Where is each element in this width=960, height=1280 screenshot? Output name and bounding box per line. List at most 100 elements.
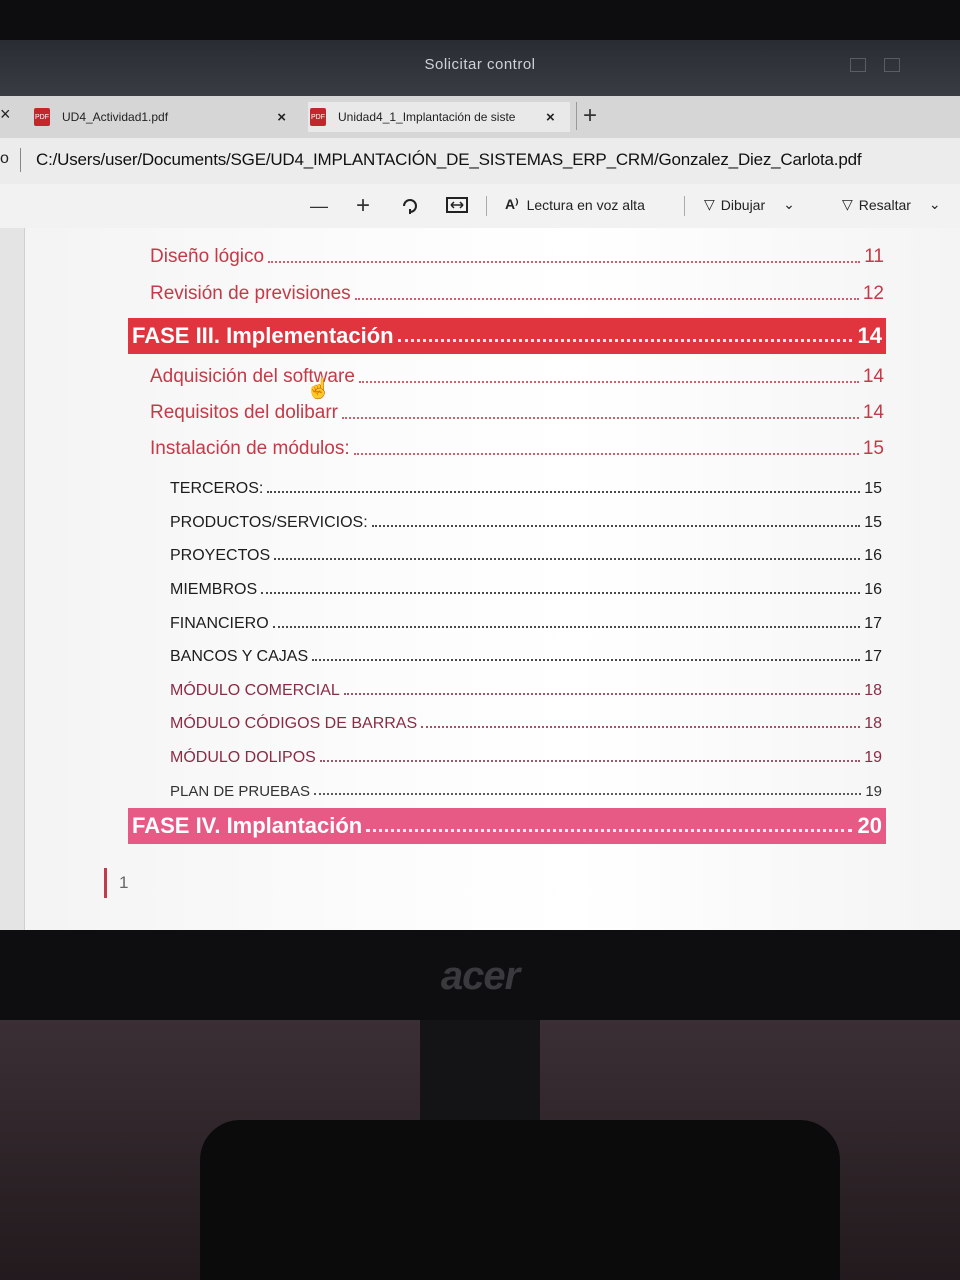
read-aloud-label: Lectura en voz alta <box>526 196 645 213</box>
address-input[interactable]: C:/Users/user/Documents/SGE/UD4_IMPLANTA… <box>36 150 862 170</box>
toc-leader <box>268 261 861 263</box>
tab-label: UD4_Actividad1.pdf <box>62 110 169 124</box>
close-icon[interactable]: × <box>0 104 11 125</box>
page-gutter <box>0 228 25 930</box>
toc-leader <box>261 592 861 594</box>
toc-title: MÓDULO CÓDIGOS DE BARRAS <box>170 715 418 732</box>
pen-icon: ▽ <box>704 196 715 212</box>
toc-title: PLAN DE PRUEBAS <box>170 783 311 800</box>
toc-entry[interactable]: Diseño lógico 11 <box>150 244 884 268</box>
toc-entry[interactable]: PRODUCTOS/SERVICIOS: 15 <box>170 508 882 532</box>
pdf-toolbar: — + A⁾ Lectura en voz alta ▽ Dibujar ⌄ ▽… <box>0 184 960 229</box>
tab-unidad4[interactable]: PDF Unidad4_1_Implantación de siste × <box>308 102 570 132</box>
toc-fase-iii[interactable]: FASE III. Implementación 14 <box>128 318 886 354</box>
toolbar-separator <box>486 196 487 216</box>
pdf-icon: PDF <box>310 108 326 126</box>
draw-button[interactable]: ▽ Dibujar ⌄ <box>704 196 795 213</box>
zoom-out-button[interactable]: — <box>310 196 328 217</box>
toc-entry[interactable]: BANCOS Y CAJAS 17 <box>170 642 882 666</box>
tab-ud4-actividad1[interactable]: PDF UD4_Actividad1.pdf × <box>34 102 304 132</box>
toc-entry[interactable]: Requisitos del dolibarr 14 <box>150 400 884 424</box>
monitor-bezel-top <box>0 0 960 40</box>
address-separator <box>20 148 21 172</box>
toc-leader <box>343 693 861 695</box>
toc-page: 15 <box>862 438 884 459</box>
toc-page: 17 <box>864 648 882 665</box>
tab-label: Unidad4_1_Implantación de siste <box>338 110 516 124</box>
monitor-bezel-bottom: acer <box>0 930 960 1020</box>
page-number-text: 1 <box>119 873 129 892</box>
toc-entry[interactable]: FINANCIERO 17 <box>170 609 882 633</box>
pdf-icon: PDF <box>34 108 50 126</box>
toc-leader <box>397 338 852 342</box>
draw-label: Dibujar <box>720 196 766 213</box>
toc-leader <box>312 659 861 661</box>
toc-page: 12 <box>862 283 884 304</box>
minimize-icon[interactable] <box>850 58 866 72</box>
toc-entry[interactable]: MIEMBROS 16 <box>170 575 882 599</box>
toc-page: 20 <box>857 813 882 838</box>
highlight-label: Resaltar <box>858 196 911 213</box>
rotate-icon[interactable] <box>400 196 420 216</box>
chevron-down-icon[interactable]: ⌄ <box>929 196 941 213</box>
toc-title: MÓDULO COMERCIAL <box>170 682 340 699</box>
toc-page: 14 <box>862 402 884 423</box>
toc-title: PROYECTOS <box>170 547 271 564</box>
toc-page: 17 <box>864 615 882 632</box>
toc-fase-iv[interactable]: FASE IV. Implantación 20 <box>128 808 886 844</box>
toc-entry[interactable]: TERCEROS: 15 <box>170 474 882 498</box>
page-number-bar <box>104 868 107 898</box>
toc-entry[interactable]: Instalación de módulos: 15 <box>150 436 884 460</box>
read-aloud-button[interactable]: A⁾ Lectura en voz alta <box>505 196 645 213</box>
toc-leader <box>314 793 862 795</box>
page-number: 1 <box>104 868 128 898</box>
hand-cursor-icon: ☝ <box>306 378 331 400</box>
toc-entry[interactable]: MÓDULO COMERCIAL 18 <box>170 676 882 700</box>
toc-entry[interactable]: PLAN DE PRUEBAS 19 <box>170 776 882 800</box>
toc-entry[interactable]: PROYECTOS 16 <box>170 541 882 565</box>
toc-page: 14 <box>862 366 884 387</box>
maximize-icon[interactable] <box>884 58 900 72</box>
toc-page: 19 <box>864 749 882 766</box>
toc-entry[interactable]: Adquisición del software 14 <box>150 364 884 388</box>
monitor-brand-logo: acer <box>440 954 520 998</box>
toc-title: FINANCIERO <box>170 615 269 632</box>
chevron-down-icon[interactable]: ⌄ <box>783 196 795 213</box>
monitor-base <box>200 1120 840 1280</box>
toc-entry[interactable]: MÓDULO DOLIPOS 19 <box>170 743 882 767</box>
new-tab-button[interactable]: + <box>576 102 597 130</box>
toc-leader <box>272 626 861 628</box>
toc-leader <box>274 558 861 560</box>
address-left-glyph: o <box>0 150 9 167</box>
fit-page-icon[interactable] <box>446 196 468 214</box>
remote-window-controls <box>850 58 900 72</box>
toc-page: 15 <box>864 514 882 531</box>
toc-entry[interactable]: MÓDULO CÓDIGOS DE BARRAS 18 <box>170 709 882 733</box>
toc-leader <box>358 381 859 383</box>
toolbar-separator <box>684 196 685 216</box>
toc-leader <box>371 525 861 527</box>
toc-title: FASE IV. Implantación <box>132 813 363 838</box>
address-bar: o C:/Users/user/Documents/SGE/UD4_IMPLAN… <box>0 138 960 185</box>
toc-page: 19 <box>865 783 882 800</box>
pdf-page: Diseño lógico 11 Revisión de previsiones… <box>0 228 960 930</box>
toc-entry[interactable]: Revisión de previsiones 12 <box>150 281 884 305</box>
read-aloud-icon: A⁾ <box>505 196 519 212</box>
toc-leader <box>353 453 859 455</box>
tab-close-icon[interactable]: × <box>546 109 555 126</box>
zoom-in-button[interactable]: + <box>356 192 370 220</box>
toc-title: MIEMBROS <box>170 581 258 598</box>
toc-page: 16 <box>864 581 882 598</box>
toc-title: PRODUCTOS/SERVICIOS: <box>170 514 368 531</box>
tab-close-icon[interactable]: × <box>277 109 286 126</box>
toc-title: Diseño lógico <box>150 246 265 267</box>
remote-title[interactable]: Solicitar control <box>0 56 960 73</box>
tab-strip: × PDF UD4_Actividad1.pdf × PDF Unidad4_1… <box>0 96 960 139</box>
highlight-button[interactable]: ▽ Resaltar ⌄ <box>842 196 941 213</box>
toc-title: TERCEROS: <box>170 480 264 497</box>
toc-title: Requisitos del dolibarr <box>150 402 338 423</box>
toc-page: 18 <box>864 682 882 699</box>
toc-title: Instalación de módulos: <box>150 438 350 459</box>
remote-control-bar: Solicitar control <box>0 40 960 96</box>
toc-page: 14 <box>857 323 882 348</box>
